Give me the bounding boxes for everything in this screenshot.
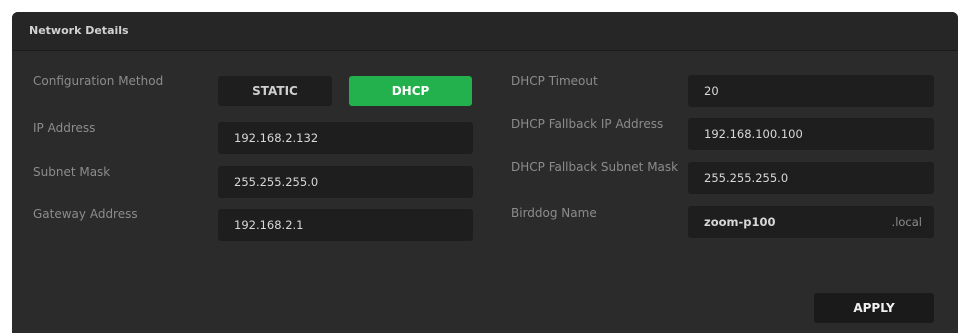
subnet-mask-label: Subnet Mask bbox=[33, 165, 111, 179]
dhcp-fallback-subnet-input[interactable]: 255.255.255.0 bbox=[688, 162, 934, 194]
configuration-method-label: Configuration Method bbox=[33, 74, 164, 88]
gateway-address-label: Gateway Address bbox=[33, 207, 138, 221]
dhcp-fallback-ip-input[interactable]: 192.168.100.100 bbox=[688, 118, 934, 150]
dhcp-fallback-ip-label: DHCP Fallback IP Address bbox=[511, 117, 664, 131]
birddog-name-input[interactable]: zoom-p100 .local bbox=[688, 206, 934, 238]
dhcp-fallback-subnet-label: DHCP Fallback Subnet Mask bbox=[511, 160, 679, 174]
ip-address-label: IP Address bbox=[33, 121, 96, 135]
birddog-name-suffix: .local bbox=[891, 215, 922, 229]
panel-header: Network Details bbox=[12, 12, 958, 51]
network-details-panel: Network Details Configuration Method STA… bbox=[12, 12, 958, 333]
static-mode-button[interactable]: STATIC bbox=[218, 76, 332, 106]
ip-address-input[interactable]: 192.168.2.132 bbox=[218, 122, 473, 154]
birddog-name-label: Birddog Name bbox=[511, 206, 597, 220]
gateway-address-input[interactable]: 192.168.2.1 bbox=[218, 209, 473, 241]
dhcp-timeout-input[interactable]: 20 bbox=[688, 75, 934, 107]
subnet-mask-input[interactable]: 255.255.255.0 bbox=[218, 166, 473, 198]
panel-title: Network Details bbox=[29, 24, 129, 37]
dhcp-timeout-label: DHCP Timeout bbox=[511, 74, 598, 88]
apply-button[interactable]: APPLY bbox=[814, 293, 934, 323]
birddog-name-value: zoom-p100 bbox=[704, 215, 776, 229]
dhcp-mode-button[interactable]: DHCP bbox=[349, 76, 472, 106]
